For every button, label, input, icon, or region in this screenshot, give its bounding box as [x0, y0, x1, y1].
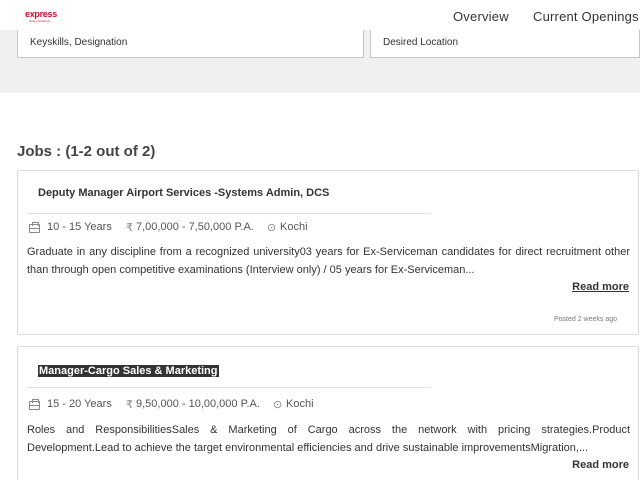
job-meta: 10 - 15 Years ₹ 7,00,000 - 7,50,000 P.A.… — [29, 221, 329, 235]
divider — [27, 387, 431, 388]
job-title[interactable]: Deputy Manager Airport Services -Systems… — [38, 187, 329, 199]
location-pin-icon: ⊙ — [273, 399, 283, 411]
rupee-icon: ₹ — [126, 222, 133, 234]
location-pin-icon: ⊙ — [267, 222, 277, 234]
rupee-icon: ₹ — [126, 399, 133, 411]
nav-overview[interactable]: Overview — [453, 9, 509, 24]
briefcase-icon — [29, 399, 40, 410]
job-description: Roles and ResponsibilitiesSales & Market… — [27, 424, 630, 454]
salary: 9,50,000 - 10,00,000 P.A. — [136, 398, 260, 410]
search-band: Keyskills, Designation Desired Location — [0, 30, 640, 93]
experience: 10 - 15 Years — [47, 221, 112, 233]
logo-text: express — [25, 9, 57, 19]
location-input[interactable]: Desired Location — [370, 30, 640, 58]
jobs-count-heading: Jobs : (1-2 out of 2) — [17, 143, 156, 160]
read-more-link[interactable]: Read more — [572, 281, 629, 293]
posted-date: Posted 2 weeks ago — [553, 316, 617, 323]
briefcase-icon — [29, 222, 40, 233]
job-description: Graduate in any discipline from a recogn… — [27, 246, 630, 276]
experience: 15 - 20 Years — [47, 398, 112, 410]
divider — [27, 213, 431, 214]
job-card[interactable]: Manager-Cargo Sales & Marketing 15 - 20 … — [17, 346, 639, 480]
top-navbar: express Hiring Solutions Overview Curren… — [0, 0, 640, 30]
job-title[interactable]: Manager-Cargo Sales & Marketing — [38, 365, 219, 377]
salary: 7,00,000 - 7,50,000 P.A. — [136, 221, 254, 233]
location: Kochi — [286, 398, 314, 410]
nav-current-openings[interactable]: Current Openings — [533, 9, 639, 24]
job-meta: 15 - 20 Years ₹ 9,50,000 - 10,00,000 P.A… — [29, 398, 349, 412]
keyskills-input[interactable]: Keyskills, Designation — [17, 30, 364, 58]
location: Kochi — [280, 221, 308, 233]
company-logo[interactable]: express Hiring Solutions — [25, 9, 65, 27]
logo-subtext: Hiring Solutions — [29, 19, 51, 23]
read-more-link[interactable]: Read more — [566, 459, 629, 471]
job-card[interactable]: Deputy Manager Airport Services -Systems… — [17, 170, 639, 335]
